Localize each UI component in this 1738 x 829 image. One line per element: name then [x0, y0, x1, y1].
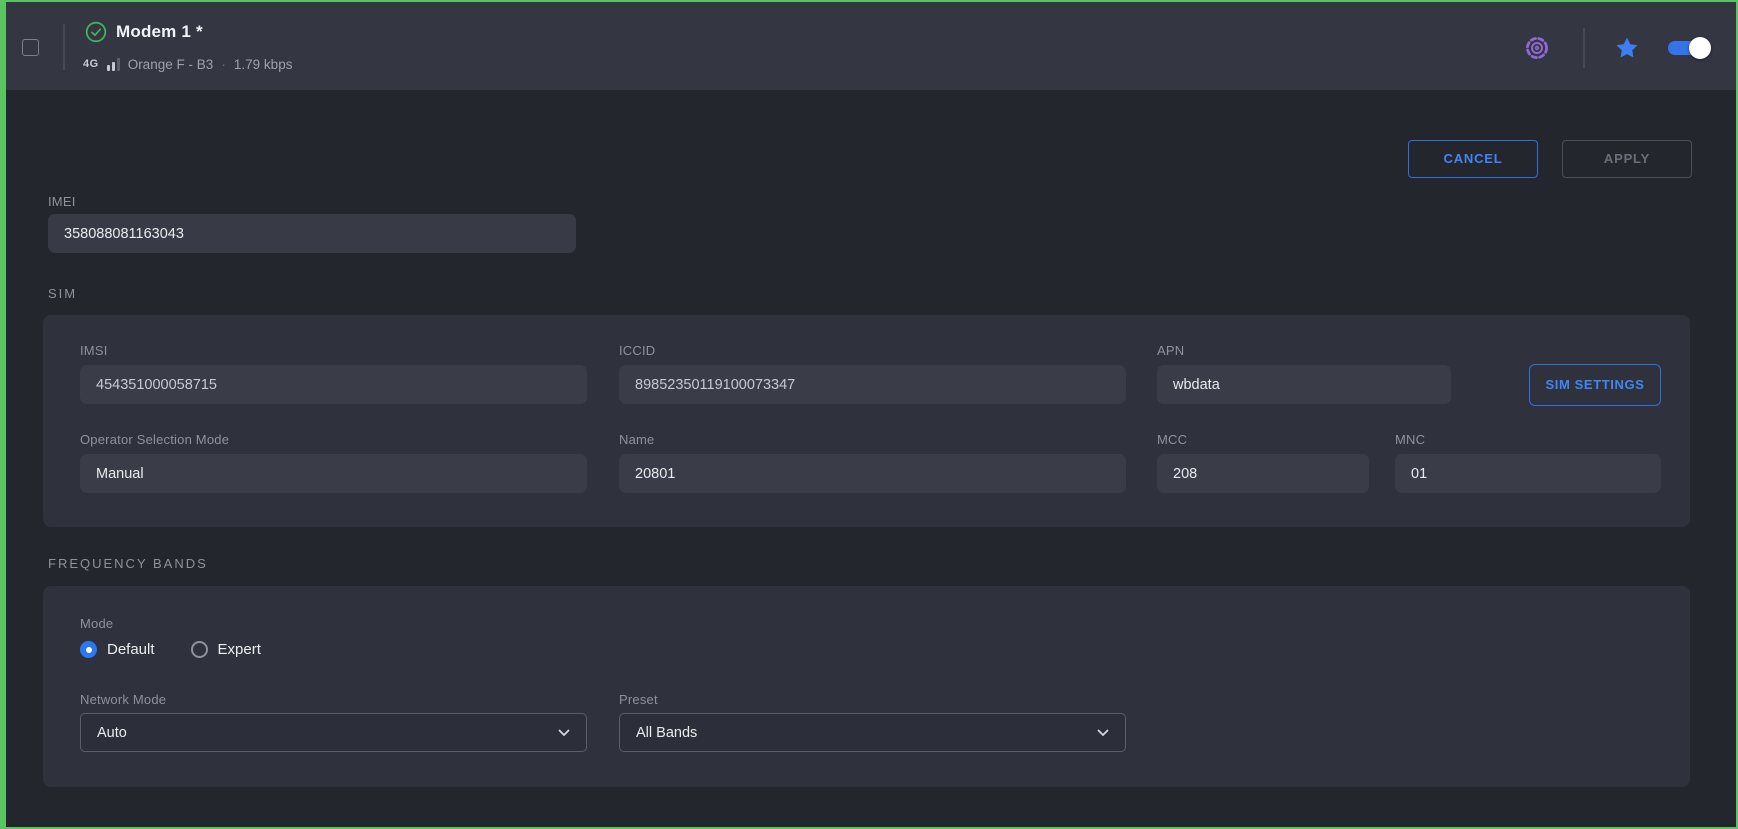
- modem-title: Modem 1 *: [116, 22, 203, 42]
- frequency-bands-section-label: FREQUENCY BANDS: [48, 556, 208, 571]
- network-mode-select[interactable]: Auto: [80, 713, 587, 752]
- apn-label: APN: [1157, 343, 1451, 358]
- sim-section-label: SIM: [48, 286, 77, 301]
- iccid-field[interactable]: [619, 365, 1126, 404]
- chevron-down-icon: [558, 725, 570, 741]
- mode-radio-group: Default Expert: [80, 641, 283, 658]
- mode-label: Mode: [80, 616, 113, 631]
- radio-unselected-icon: [191, 641, 208, 658]
- throughput-label: 1.79 kbps: [234, 57, 293, 72]
- radio-option-expert[interactable]: Expert: [191, 641, 261, 658]
- toggle-knob: [1689, 37, 1711, 59]
- operator-label: Orange F - B3: [128, 57, 214, 72]
- name-field[interactable]: [619, 454, 1126, 493]
- radio-option-default[interactable]: Default: [80, 641, 155, 658]
- name-label: Name: [619, 432, 1126, 447]
- network-mode-label: Network Mode: [80, 692, 166, 707]
- mcc-field[interactable]: [1157, 454, 1369, 493]
- preset-label: Preset: [619, 692, 658, 707]
- operator-selection-mode-field[interactable]: [80, 454, 587, 493]
- modem-config-window: Modem 1 * 4G Orange F - B3 · 1.79 kbps: [0, 0, 1738, 829]
- radio-option-label: Default: [107, 641, 155, 658]
- mnc-field[interactable]: [1395, 454, 1661, 493]
- operator-selection-mode-label: Operator Selection Mode: [80, 432, 587, 447]
- dot-separator: ·: [221, 56, 226, 72]
- imsi-label: IMSI: [80, 343, 587, 358]
- radio-selected-icon: [80, 641, 97, 658]
- header-divider: [1583, 28, 1585, 68]
- sim-panel: IMSI ICCID APN SIM SETTINGS Operator Sel…: [43, 315, 1690, 527]
- radio-option-label: Expert: [218, 641, 261, 658]
- imsi-field[interactable]: [80, 365, 587, 404]
- frequency-bands-panel: Mode Default Expert Network Mode Auto Pr…: [43, 586, 1690, 787]
- cancel-button[interactable]: CANCEL: [1408, 140, 1538, 178]
- modem-select-checkbox[interactable]: [22, 39, 39, 56]
- iccid-label: ICCID: [619, 343, 1126, 358]
- network-mode-value: Auto: [97, 725, 127, 741]
- network-type-label: 4G: [83, 58, 99, 70]
- signal-strength-icon: [107, 58, 120, 71]
- apn-field[interactable]: [1157, 365, 1451, 404]
- imei-field[interactable]: [48, 214, 576, 253]
- mnc-label: MNC: [1395, 432, 1661, 447]
- sim-settings-button[interactable]: SIM SETTINGS: [1529, 364, 1661, 406]
- apply-button[interactable]: APPLY: [1562, 140, 1692, 178]
- modem-header: Modem 1 * 4G Orange F - B3 · 1.79 kbps: [6, 2, 1736, 90]
- status-check-icon: [85, 21, 107, 43]
- favorite-star-icon[interactable]: [1614, 35, 1640, 61]
- header-divider: [63, 24, 65, 70]
- modem-status-row: 4G Orange F - B3 · 1.79 kbps: [83, 55, 292, 73]
- settings-gear-icon[interactable]: [1522, 33, 1552, 63]
- imei-label: IMEI: [48, 194, 76, 209]
- preset-value: All Bands: [636, 725, 697, 741]
- chevron-down-icon: [1097, 725, 1109, 741]
- modem-enable-toggle[interactable]: [1668, 41, 1708, 55]
- mcc-label: MCC: [1157, 432, 1369, 447]
- preset-select[interactable]: All Bands: [619, 713, 1126, 752]
